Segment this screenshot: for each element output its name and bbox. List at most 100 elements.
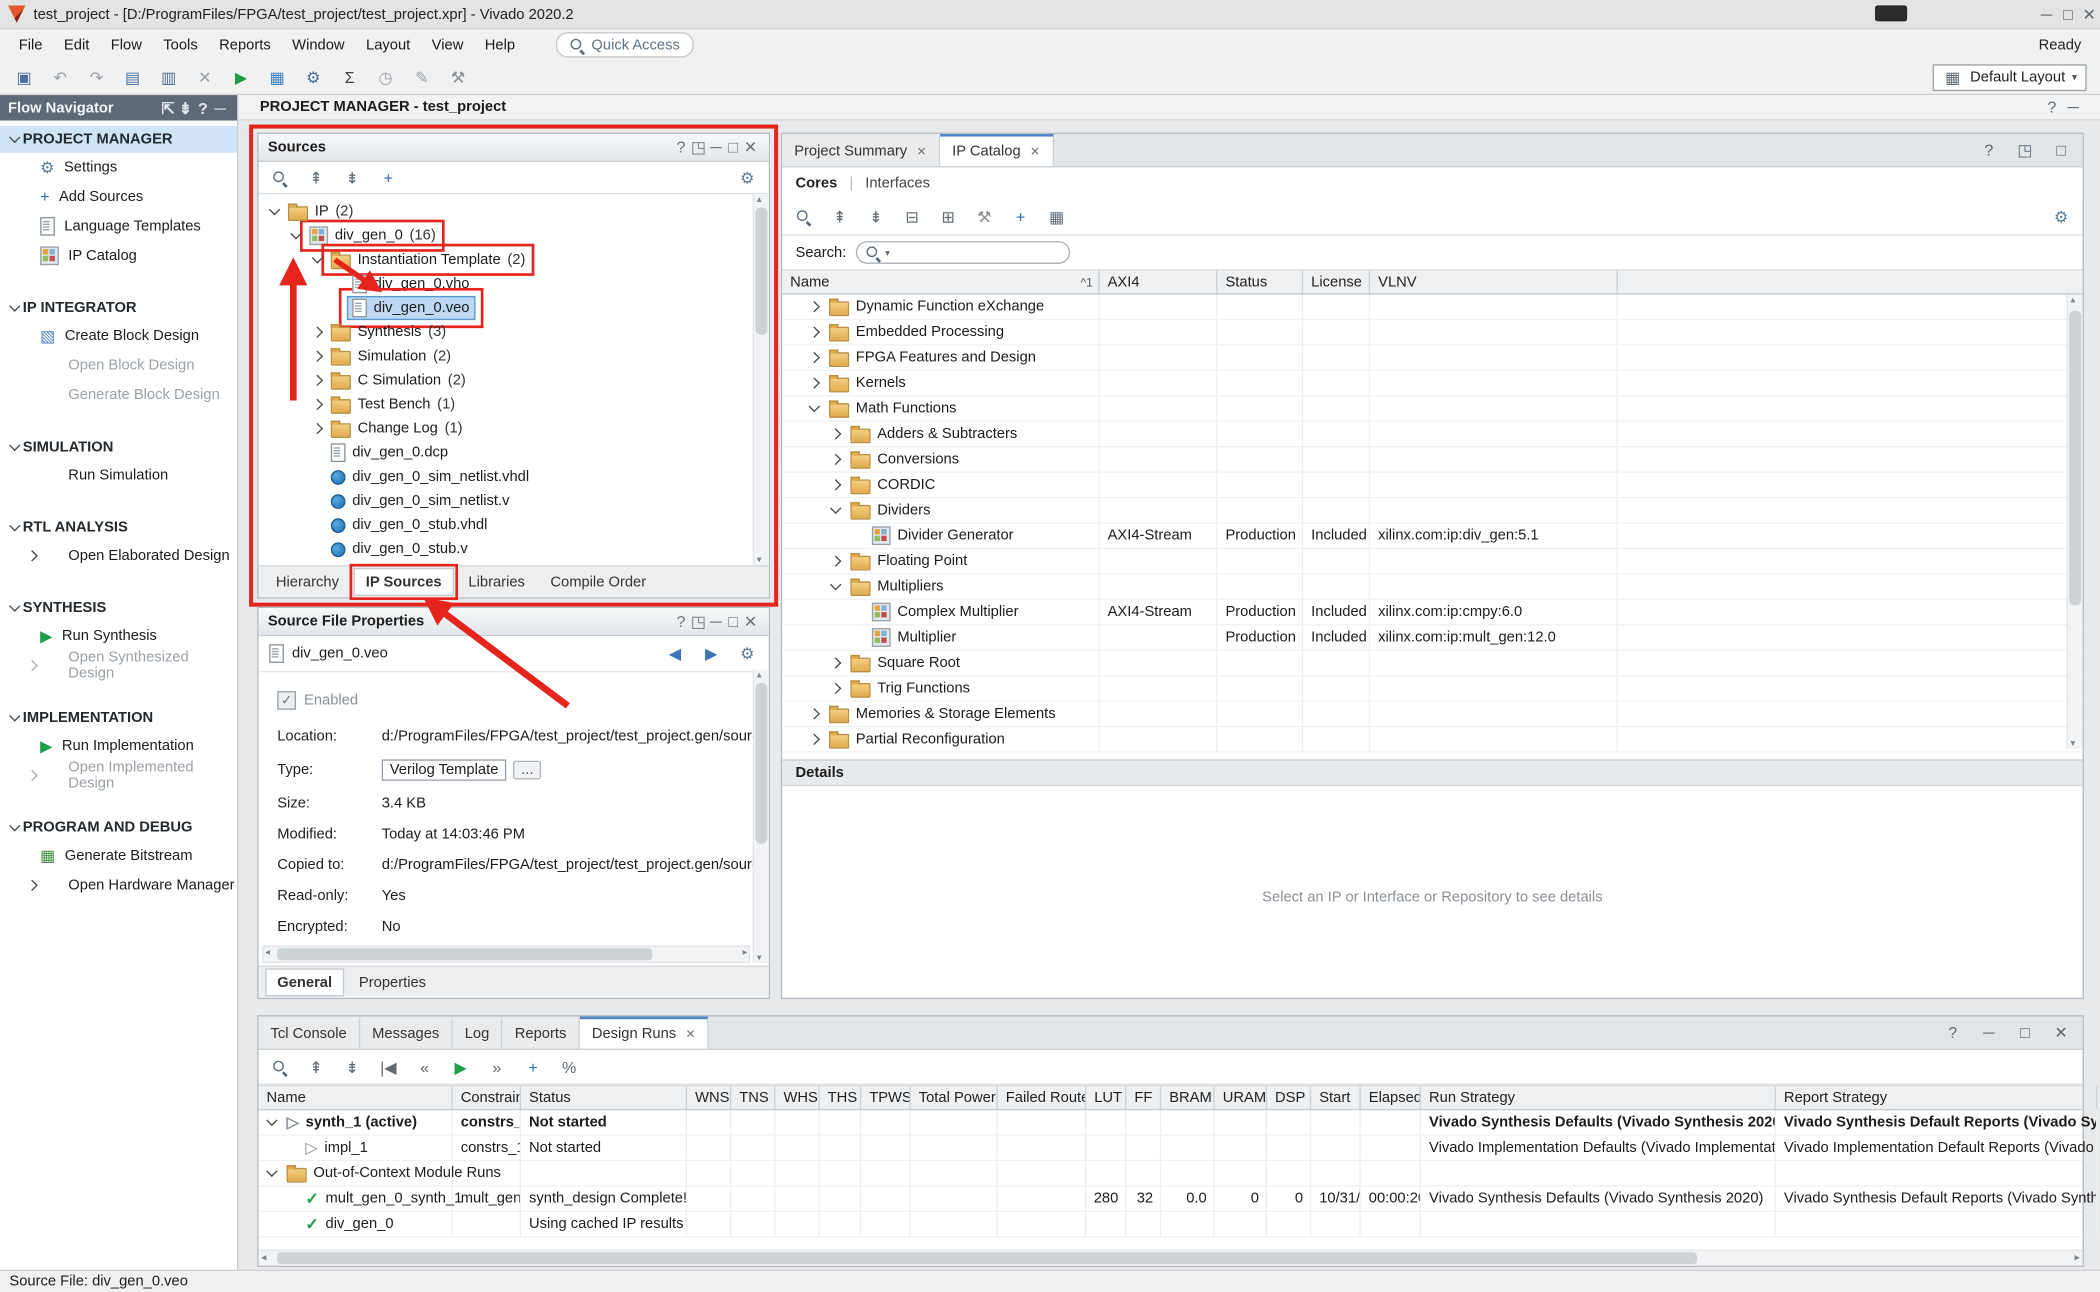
menu-layout[interactable]: Layout: [355, 37, 421, 53]
expand-arrow-icon[interactable]: [309, 376, 325, 384]
menu-window[interactable]: Window: [281, 37, 355, 53]
expand-arrow-icon[interactable]: [24, 771, 40, 779]
run-row[interactable]: Out-of-Context Module Runs: [258, 1161, 2082, 1186]
tree-node[interactable]: div_gen_0_sim_netlist.vhdl: [258, 465, 754, 489]
runs-hscrollbar[interactable]: [258, 1250, 2082, 1266]
maximize-button[interactable]: □: [2050, 139, 2071, 160]
sidebar-section-implementation[interactable]: IMPLEMENTATION: [0, 704, 237, 731]
close-icon[interactable]: ✕: [686, 1027, 696, 1042]
catalog-row[interactable]: CORDIC: [782, 473, 2082, 498]
catalog-row[interactable]: FPGA Features and Design: [782, 346, 2082, 371]
float-button[interactable]: ◳: [690, 137, 707, 158]
collapse-arrow-icon[interactable]: [806, 404, 822, 412]
column-header-start[interactable]: Start: [1311, 1086, 1361, 1109]
play-button[interactable]: ▶: [450, 1056, 471, 1077]
minimize-button[interactable]: ─: [1978, 1022, 1999, 1043]
help-button[interactable]: ?: [1942, 1022, 1963, 1043]
column-header-status[interactable]: Status: [1217, 271, 1303, 294]
collapse-arrow-icon[interactable]: [264, 1169, 280, 1177]
close-icon[interactable]: ✕: [1030, 144, 1040, 159]
tree-node[interactable]: Instantiation Template(2): [258, 248, 754, 272]
catalog-search-box[interactable]: ▾: [856, 241, 1070, 264]
sidebar-section-project-manager[interactable]: PROJECT MANAGER: [0, 126, 237, 153]
sidebar-section-synthesis[interactable]: SYNTHESIS: [0, 595, 237, 622]
catalog-row[interactable]: Complex MultiplierAXI4-StreamProductionI…: [782, 600, 2082, 625]
tree-node[interactable]: C Simulation(2): [258, 368, 754, 392]
column-header-lut[interactable]: LUT: [1086, 1086, 1126, 1109]
run-row[interactable]: ✓mult_gen_0_synth_1mult_gen_0synth_desig…: [258, 1187, 2082, 1212]
expand-arrow-icon[interactable]: [806, 735, 822, 743]
column-header-name[interactable]: Name: [258, 1086, 452, 1109]
column-header-elapsed[interactable]: Elapsed: [1361, 1086, 1421, 1109]
column-header-run-strategy[interactable]: Run Strategy: [1421, 1086, 1776, 1109]
edit-button[interactable]: ✎: [411, 66, 432, 87]
expand-arrow-icon[interactable]: [828, 430, 844, 438]
tab-interfaces[interactable]: Interfaces: [865, 175, 930, 191]
maximize-button[interactable]: □: [2057, 3, 2078, 24]
column-header-tns[interactable]: TNS: [731, 1086, 775, 1109]
expand-arrow-icon[interactable]: [828, 659, 844, 667]
sidebar-item-add-sources[interactable]: +Add Sources: [0, 182, 237, 211]
expand-arrow-icon[interactable]: [828, 684, 844, 692]
enabled-checkbox[interactable]: [277, 691, 296, 710]
collapse-arrow-icon[interactable]: [288, 232, 304, 240]
sum-button[interactable]: Σ: [339, 66, 360, 87]
expand-arrow-icon[interactable]: [806, 379, 822, 387]
expand-arrow-icon[interactable]: [24, 881, 40, 889]
catalog-row[interactable]: Kernels: [782, 371, 2082, 396]
column-header-total-power[interactable]: Total Power: [911, 1086, 998, 1109]
minimize-button[interactable]: ─: [707, 137, 724, 158]
sidebar-item-generate-bitstream[interactable]: ▦Generate Bitstream: [0, 841, 237, 870]
maximize-button[interactable]: □: [725, 137, 742, 158]
column-header-report-strategy[interactable]: Report Strategy: [1776, 1086, 2097, 1109]
layout-selector[interactable]: ▦ Default Layout ▾: [1933, 64, 2087, 91]
run-row[interactable]: ▷impl_1constrs_1Not startedVivado Implem…: [258, 1136, 2082, 1161]
sidebar-item-open-block-design[interactable]: Open Block Design: [0, 351, 237, 380]
column-header-wns[interactable]: WNS: [687, 1086, 731, 1109]
properties-scrollbar[interactable]: [753, 670, 769, 963]
minimize-button[interactable]: ─: [2063, 96, 2084, 117]
menu-tools[interactable]: Tools: [153, 37, 209, 53]
add-button[interactable]: +: [1010, 206, 1031, 227]
help-button[interactable]: ?: [1978, 139, 1999, 160]
tab-hierarchy[interactable]: Hierarchy: [265, 569, 349, 594]
scrollbar-thumb[interactable]: [2069, 311, 2081, 606]
tree-node[interactable]: div_gen_0_stub.vhdl: [258, 513, 754, 537]
back-button[interactable]: ◀: [664, 643, 685, 664]
tree-node[interactable]: IP(2): [258, 200, 754, 224]
sidebar-item-open-synthesized-design[interactable]: Open Synthesized Design: [0, 651, 237, 680]
sidebar-item-ip-catalog[interactable]: IP Catalog: [0, 241, 237, 270]
sidebar-section-program-and-debug[interactable]: PROGRAM AND DEBUG: [0, 814, 237, 841]
collapse-arrow-icon[interactable]: [7, 304, 23, 312]
close-button[interactable]: ✕: [2050, 1022, 2071, 1043]
catalog-search-input[interactable]: [894, 243, 1061, 262]
tree-node[interactable]: Test Bench(1): [258, 392, 754, 416]
catalog-row[interactable]: Math Functions: [782, 396, 2082, 421]
sidebar-section-ip-integrator[interactable]: IP INTEGRATOR: [0, 295, 237, 322]
minimize-button[interactable]: ─: [2036, 3, 2057, 24]
expand-arrow-icon[interactable]: [24, 552, 40, 560]
quick-access[interactable]: Quick Access: [555, 32, 693, 57]
help-button[interactable]: ?: [2041, 96, 2062, 117]
delete-button[interactable]: ✕: [194, 66, 215, 87]
tree-node[interactable]: div_gen_0_stub.v: [258, 537, 754, 561]
tab-ip-sources[interactable]: IP Sources: [354, 568, 454, 596]
column-header-whs[interactable]: WHS: [775, 1086, 819, 1109]
tab-log[interactable]: Log: [453, 1017, 503, 1049]
collapse-arrow-icon[interactable]: [7, 604, 23, 612]
settings-button[interactable]: ⚙: [303, 66, 324, 87]
sidebar-item-open-elaborated-design[interactable]: Open Elaborated Design: [0, 541, 237, 570]
tab-tcl-console[interactable]: Tcl Console: [258, 1017, 360, 1049]
tab-ip-catalog[interactable]: IP Catalog✕: [940, 134, 1053, 166]
column-header-constraints[interactable]: Constraints: [453, 1086, 521, 1109]
expand-arrow-icon[interactable]: [309, 328, 325, 336]
menu-edit[interactable]: Edit: [53, 37, 100, 53]
collapse-arrow-icon[interactable]: [7, 135, 23, 143]
maximize-button[interactable]: □: [2014, 1022, 2035, 1043]
column-header-license[interactable]: License: [1303, 271, 1370, 294]
close-button[interactable]: ✕: [742, 611, 759, 632]
program-button[interactable]: ▦: [267, 66, 288, 87]
expand-arrow-icon[interactable]: [828, 481, 844, 489]
sidebar-item-create-block-design[interactable]: ▧Create Block Design: [0, 321, 237, 350]
collapse-arrow-icon[interactable]: [267, 208, 283, 216]
